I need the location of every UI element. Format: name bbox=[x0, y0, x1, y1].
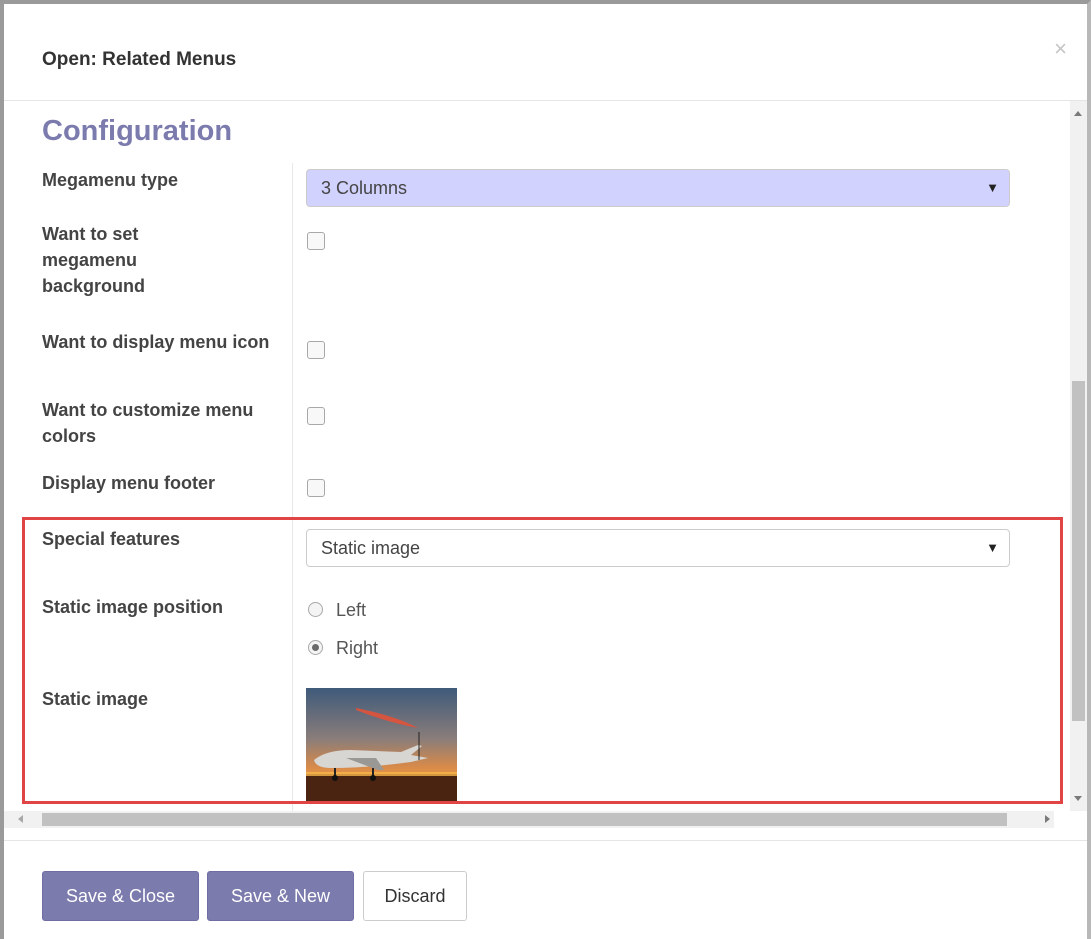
megamenu-type-select[interactable]: 3 Columns ▼ bbox=[306, 169, 1010, 207]
vertical-scroll-thumb[interactable] bbox=[1072, 381, 1085, 721]
image-position-label: Static image position bbox=[42, 597, 224, 617]
radio-right-label: Right bbox=[336, 638, 379, 658]
display-icon-label: Want to display menu icon bbox=[42, 332, 270, 352]
discard-button[interactable]: Discard bbox=[363, 871, 467, 921]
megamenu-type-value: 3 Columns bbox=[321, 178, 408, 198]
scroll-down-icon[interactable] bbox=[1074, 796, 1082, 801]
customize-colors-label: Want to customize menu colors bbox=[42, 400, 254, 446]
radio-right[interactable] bbox=[308, 640, 323, 655]
caret-down-icon: ▼ bbox=[986, 540, 999, 555]
dialog-title: Open: Related Menus bbox=[42, 49, 237, 70]
scroll-right-icon[interactable] bbox=[1045, 815, 1050, 823]
save-close-button[interactable]: Save & Close bbox=[42, 871, 199, 921]
special-features-select[interactable]: Static image ▼ bbox=[306, 529, 1010, 567]
save-new-button[interactable]: Save & New bbox=[207, 871, 354, 921]
section-title: Configuration bbox=[42, 115, 233, 147]
customize-colors-checkbox[interactable] bbox=[307, 407, 325, 425]
set-background-checkbox[interactable] bbox=[307, 232, 325, 250]
scroll-up-icon[interactable] bbox=[1074, 111, 1082, 116]
caret-down-icon: ▼ bbox=[986, 180, 999, 195]
static-image-label: Static image bbox=[42, 689, 149, 709]
dialog: Open: Related Menus × Configuration Mega… bbox=[0, 0, 1091, 939]
scroll-left-icon[interactable] bbox=[18, 815, 23, 823]
special-features-value: Static image bbox=[321, 538, 421, 558]
menu-footer-checkbox[interactable] bbox=[307, 479, 325, 497]
radio-left-label: Left bbox=[336, 600, 367, 620]
dialog-body: Configuration Megamenu type 3 Columns ▼ … bbox=[4, 101, 1087, 811]
airplane-sunset-image[interactable] bbox=[306, 688, 457, 801]
dialog-header: Open: Related Menus × bbox=[4, 4, 1087, 101]
horizontal-scroll-thumb[interactable] bbox=[42, 813, 1007, 826]
megamenu-type-label: Megamenu type bbox=[42, 170, 179, 190]
menu-footer-label: Display menu footer bbox=[42, 473, 216, 493]
horizontal-scrollbar[interactable] bbox=[4, 811, 1054, 828]
vertical-scrollbar[interactable] bbox=[1070, 101, 1087, 811]
display-icon-checkbox[interactable] bbox=[307, 341, 325, 359]
close-icon[interactable]: × bbox=[1054, 38, 1067, 60]
set-background-label: Want to set megamenu background bbox=[42, 224, 146, 296]
radio-left[interactable] bbox=[308, 602, 323, 617]
special-features-label: Special features bbox=[42, 529, 181, 549]
dialog-footer: Save & Close Save & New Discard bbox=[4, 840, 1087, 939]
